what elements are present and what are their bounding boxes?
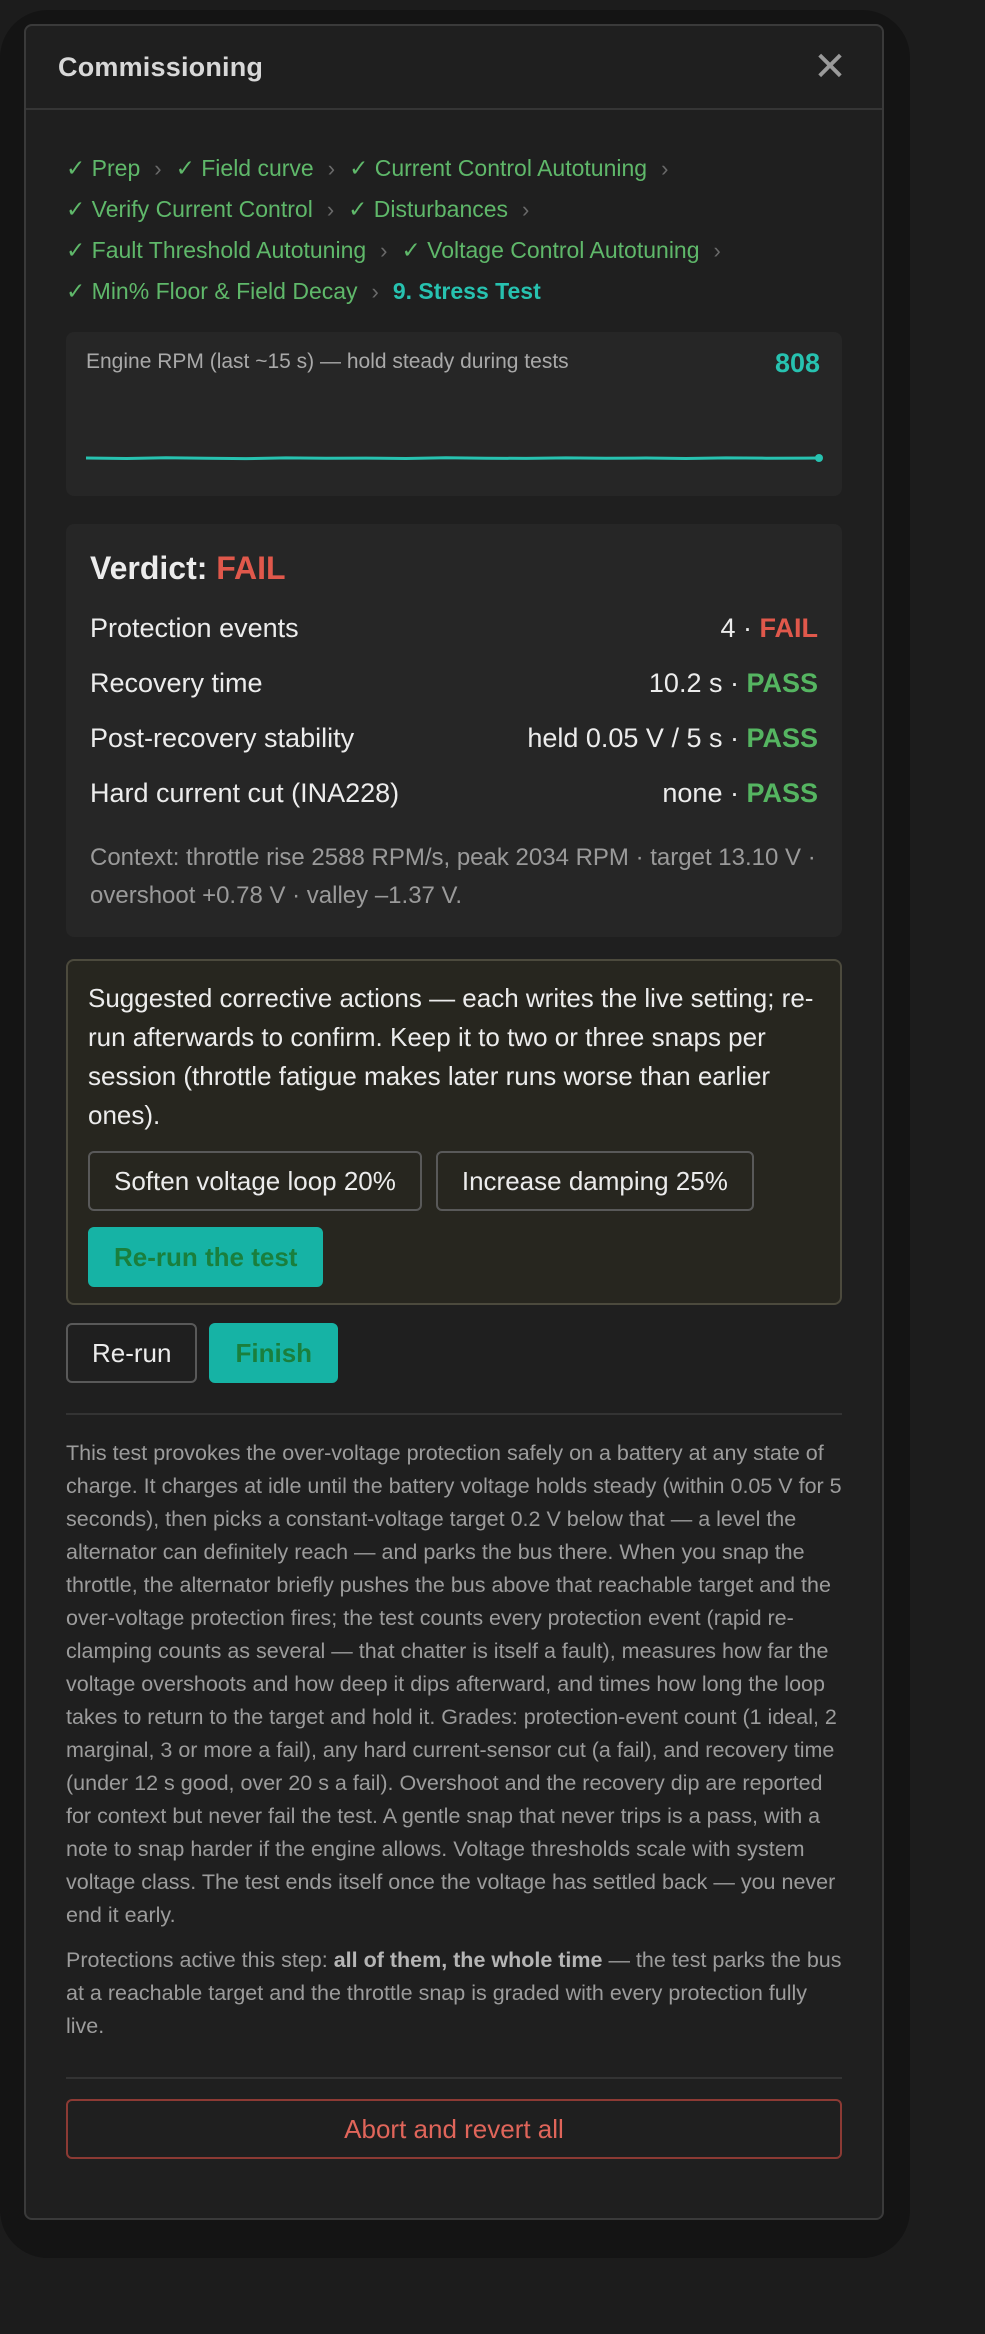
metric-value: held 0.05 V / 5 s · <box>527 723 739 753</box>
verdict-panel: Verdict: FAIL Protection events 4 · FAIL… <box>66 524 842 937</box>
metric-result: held 0.05 V / 5 s · PASS <box>527 723 818 754</box>
step-voltage-control-autotuning[interactable]: ✓ Voltage Control Autotuning <box>401 230 699 271</box>
metric-value: none · <box>662 778 739 808</box>
chevron-right-icon: › <box>661 156 669 181</box>
protections-note: Protections active this step: all of the… <box>66 1944 842 2043</box>
step-min-floor-field-decay[interactable]: ✓ Min% Floor & Field Decay <box>66 271 358 312</box>
step-breadcrumb: ✓ Prep › ✓ Field curve › ✓ Current Contr… <box>66 148 842 312</box>
breadcrumb-row: ✓ Fault Threshold Autotuning › ✓ Voltage… <box>66 230 842 271</box>
divider <box>66 1413 842 1415</box>
soften-voltage-loop-button[interactable]: Soften voltage loop 20% <box>88 1151 422 1211</box>
metric-name: Protection events <box>90 613 299 643</box>
divider <box>66 2077 842 2079</box>
chevron-right-icon: › <box>713 238 721 263</box>
abort-revert-button[interactable]: Abort and revert all <box>66 2099 842 2159</box>
rpm-label: Engine RPM (last ~15 s) — hold steady du… <box>86 350 569 373</box>
rerun-the-test-button[interactable]: Re-run the test <box>88 1227 324 1287</box>
breadcrumb-row: ✓ Verify Current Control › ✓ Disturbance… <box>66 189 842 230</box>
chevron-right-icon: › <box>380 238 388 263</box>
step-fault-threshold-autotuning[interactable]: ✓ Fault Threshold Autotuning <box>66 230 366 271</box>
suggestion-rerun-row: Re-run the test <box>88 1227 820 1287</box>
increase-damping-button[interactable]: Increase damping 25% <box>435 1151 754 1211</box>
metric-name: Recovery time <box>90 668 263 698</box>
chevron-right-icon: › <box>371 279 379 304</box>
breadcrumb-row: ✓ Prep › ✓ Field curve › ✓ Current Contr… <box>66 148 842 189</box>
protections-emphasis: all of them, the whole time <box>333 1948 603 1972</box>
rerun-button[interactable]: Re-run <box>66 1323 198 1383</box>
protections-prefix: Protections active this step: <box>66 1948 334 1972</box>
metric-grade: PASS <box>746 668 818 698</box>
modal-body: ✓ Prep › ✓ Field curve › ✓ Current Contr… <box>26 110 882 2159</box>
metric-result: none · PASS <box>662 778 818 809</box>
close-icon[interactable]: ✕ <box>810 47 850 87</box>
metric-grade: PASS <box>746 778 818 808</box>
rpm-value: 808 <box>774 348 820 378</box>
metric-row: Post-recovery stability held 0.05 V / 5 … <box>90 711 818 766</box>
test-description: This test provokes the over-voltage prot… <box>66 1441 842 1927</box>
modal-title: Commissioning <box>58 51 264 82</box>
step-field-curve[interactable]: ✓ Field curve <box>176 148 314 189</box>
verdict-title: Verdict: FAIL <box>90 550 818 587</box>
modal-header: Commissioning ✕ <box>26 26 882 110</box>
suggestions-panel: Suggested corrective actions — each writ… <box>66 959 842 1305</box>
verdict-status: FAIL <box>216 550 286 586</box>
suggestions-text: Suggested corrective actions — each writ… <box>88 983 814 1130</box>
metric-name: Hard current cut (INA228) <box>90 778 400 808</box>
metric-value: 10.2 s · <box>648 668 739 698</box>
metric-result: 10.2 s · PASS <box>649 668 818 699</box>
rpm-line <box>86 456 820 461</box>
step-disturbances[interactable]: ✓ Disturbances <box>348 189 508 230</box>
breadcrumb-row: ✓ Min% Floor & Field Decay › 9. Stress T… <box>66 271 842 312</box>
metric-row: Recovery time 10.2 s · PASS <box>90 656 818 711</box>
metric-name: Post-recovery stability <box>90 723 355 753</box>
commissioning-modal: Commissioning ✕ ✓ Prep › ✓ Field curve ›… <box>24 24 884 2220</box>
metric-row: Protection events 4 · FAIL <box>90 601 818 656</box>
suggestion-buttons: Soften voltage loop 20% Increase damping… <box>88 1151 820 1211</box>
verdict-label: Verdict: <box>90 550 208 586</box>
main-actions: Re-run Finish <box>66 1323 842 1383</box>
rpm-panel: Engine RPM (last ~15 s) — hold steady du… <box>66 332 842 496</box>
rpm-sparkline <box>86 454 823 462</box>
metric-row: Hard current cut (INA228) none · PASS <box>90 766 818 821</box>
step-current-control-autotuning[interactable]: ✓ Current Control Autotuning <box>349 148 647 189</box>
metric-result: 4 · FAIL <box>720 613 818 644</box>
chevron-right-icon: › <box>327 156 336 181</box>
metric-grade: PASS <box>746 723 818 753</box>
step-prep[interactable]: ✓ Prep <box>66 148 140 189</box>
chevron-right-icon: › <box>522 197 530 222</box>
rpm-current-dot <box>815 454 823 462</box>
metric-value: 4 · <box>720 613 752 643</box>
verdict-context: Context: throttle rise 2588 RPM/s, peak … <box>90 844 816 909</box>
chevron-right-icon: › <box>326 197 335 222</box>
metric-grade: FAIL <box>759 613 819 643</box>
finish-button[interactable]: Finish <box>209 1323 339 1383</box>
chevron-right-icon: › <box>154 156 162 181</box>
step-verify-current-control[interactable]: ✓ Verify Current Control <box>66 189 313 230</box>
step-stress-test-current: 9. Stress Test <box>392 278 541 304</box>
